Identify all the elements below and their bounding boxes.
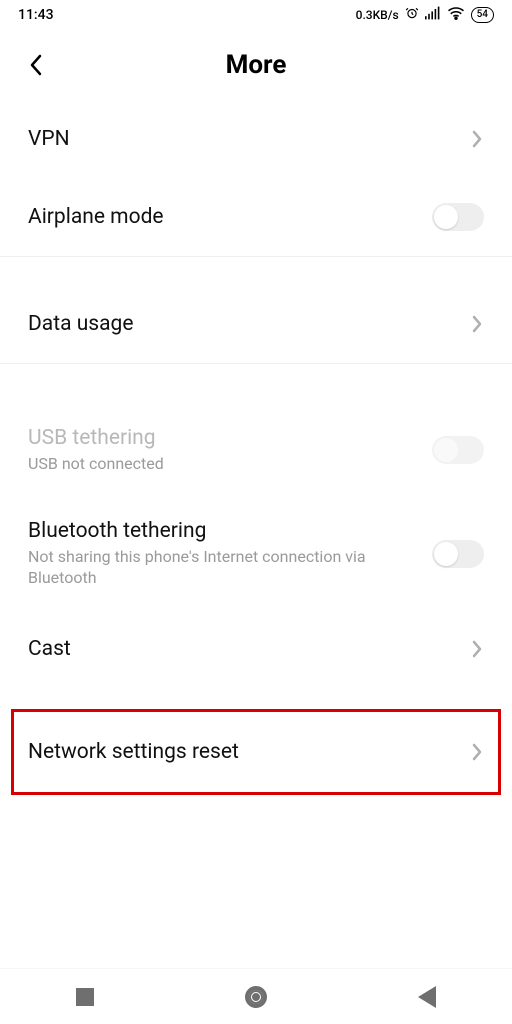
network-speed: 0.3KB/s	[356, 8, 399, 22]
chevron-right-icon	[470, 741, 484, 763]
square-icon	[76, 988, 94, 1006]
triangle-icon	[418, 986, 436, 1008]
chevron-right-icon	[470, 313, 484, 335]
navigation-bar	[0, 968, 512, 1024]
item-usb-tethering: USB tethering USB not connected	[0, 404, 512, 497]
item-label: Network settings reset	[28, 740, 239, 764]
item-vpn[interactable]: VPN	[0, 100, 512, 178]
item-label: Bluetooth tethering	[28, 519, 388, 543]
nav-back-button[interactable]	[418, 986, 436, 1008]
item-label: USB tethering	[28, 426, 164, 450]
status-time: 11:43	[18, 7, 54, 23]
back-button[interactable]	[22, 51, 50, 79]
item-sublabel: USB not connected	[28, 454, 164, 475]
item-data-usage[interactable]: Data usage	[0, 285, 512, 363]
circle-icon	[245, 986, 267, 1008]
chevron-right-icon	[470, 128, 484, 150]
item-bluetooth-tethering[interactable]: Bluetooth tethering Not sharing this pho…	[0, 497, 512, 611]
bluetooth-tethering-toggle[interactable]	[432, 540, 484, 568]
item-sublabel: Not sharing this phone's Internet connec…	[28, 547, 388, 589]
status-right: 0.3KB/s 54	[356, 6, 494, 24]
app-header: More	[0, 30, 512, 100]
item-network-settings-reset[interactable]: Network settings reset	[0, 698, 512, 806]
item-label: Data usage	[28, 312, 133, 336]
item-label: VPN	[28, 127, 70, 151]
status-bar: 11:43 0.3KB/s 54	[0, 0, 512, 30]
battery-indicator: 54	[471, 7, 494, 23]
nav-recent-button[interactable]	[76, 988, 94, 1006]
usb-tethering-toggle	[432, 436, 484, 464]
item-airplane-mode[interactable]: Airplane mode	[0, 178, 512, 256]
item-cast[interactable]: Cast	[0, 610, 512, 688]
wifi-icon	[447, 6, 465, 24]
alarm-icon	[405, 6, 419, 24]
nav-home-button[interactable]	[245, 986, 267, 1008]
airplane-toggle[interactable]	[432, 203, 484, 231]
page-title: More	[226, 50, 287, 80]
signal-icon	[425, 6, 441, 24]
item-label: Airplane mode	[28, 205, 164, 229]
chevron-right-icon	[470, 638, 484, 660]
settings-list: VPN Airplane mode Data usage USB tetheri…	[0, 100, 512, 806]
item-label: Cast	[28, 637, 71, 661]
